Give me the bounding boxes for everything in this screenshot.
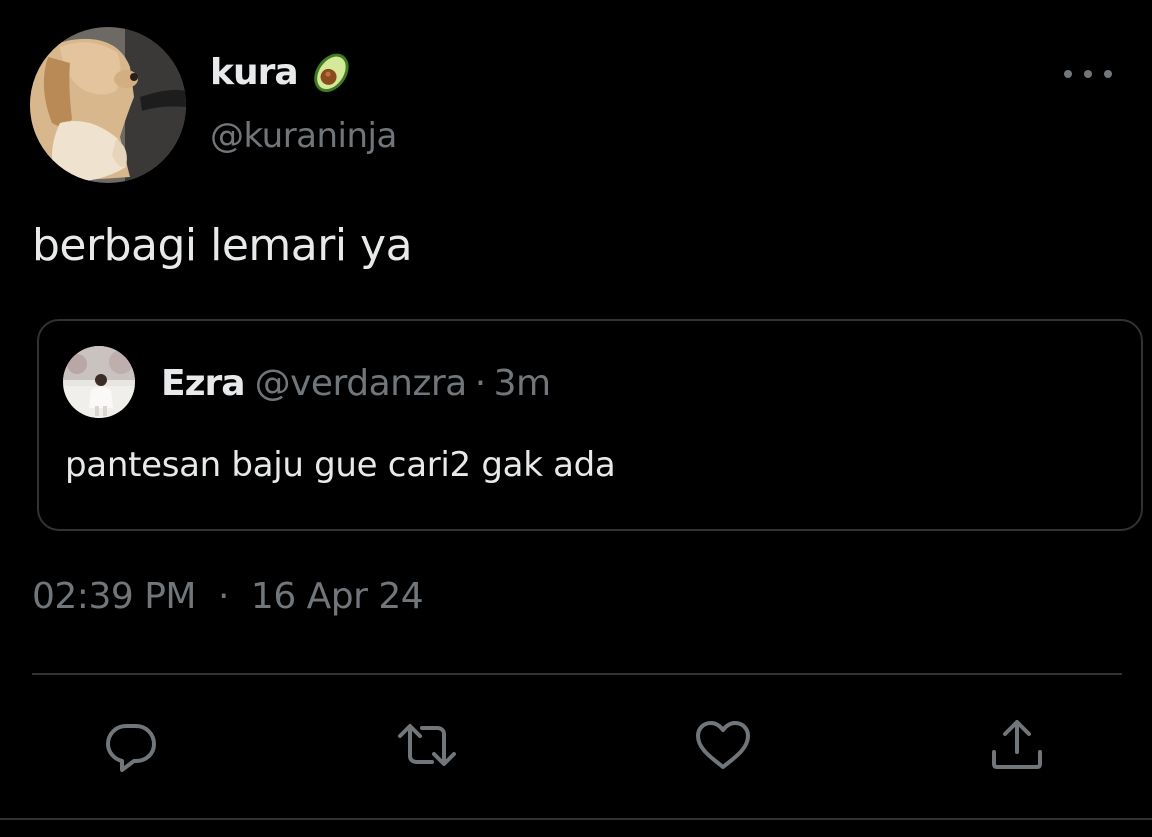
retweet-button[interactable]	[396, 714, 458, 776]
quoted-tweet-card[interactable]: Ezra @verdanzra · 3m pantesan baju gue cari…	[37, 319, 1143, 531]
quoted-separator: ·	[474, 363, 486, 404]
tweet-time[interactable]: 02:39 PM	[32, 576, 196, 617]
quoted-relative-time[interactable]: 3m	[494, 363, 551, 404]
quoted-author-avatar[interactable]	[63, 346, 135, 418]
like-button[interactable]	[692, 714, 754, 776]
tweet-timestamp[interactable]: 02:39 PM · 16 Apr 24	[32, 576, 424, 617]
quoted-author-handle[interactable]: @verdanzra	[255, 363, 468, 404]
actions-divider	[32, 673, 1122, 675]
share-icon	[992, 720, 1042, 769]
author-avatar[interactable]	[30, 27, 186, 183]
retweet-icon	[398, 724, 456, 766]
bottom-divider	[0, 818, 1152, 820]
more-dot-icon	[1064, 70, 1072, 78]
tweet-text: berbagi lemari ya	[32, 220, 413, 271]
reply-icon	[106, 724, 156, 772]
avocado-icon	[310, 47, 354, 97]
share-button[interactable]	[986, 714, 1048, 776]
more-options-button[interactable]	[1064, 58, 1112, 90]
timestamp-separator: ·	[217, 576, 229, 617]
quoted-tweet-text: pantesan baju gue cari2 gak ada	[65, 445, 616, 485]
author-handle[interactable]: @kuraninja	[210, 116, 397, 156]
reply-button[interactable]	[100, 714, 162, 776]
tweet-date[interactable]: 16 Apr 24	[251, 576, 424, 617]
more-dot-icon	[1104, 70, 1112, 78]
quoted-author-name[interactable]: Ezra	[161, 363, 246, 404]
more-dot-icon	[1084, 70, 1092, 78]
author-display-name[interactable]: kura	[210, 52, 299, 93]
like-icon	[696, 721, 750, 769]
